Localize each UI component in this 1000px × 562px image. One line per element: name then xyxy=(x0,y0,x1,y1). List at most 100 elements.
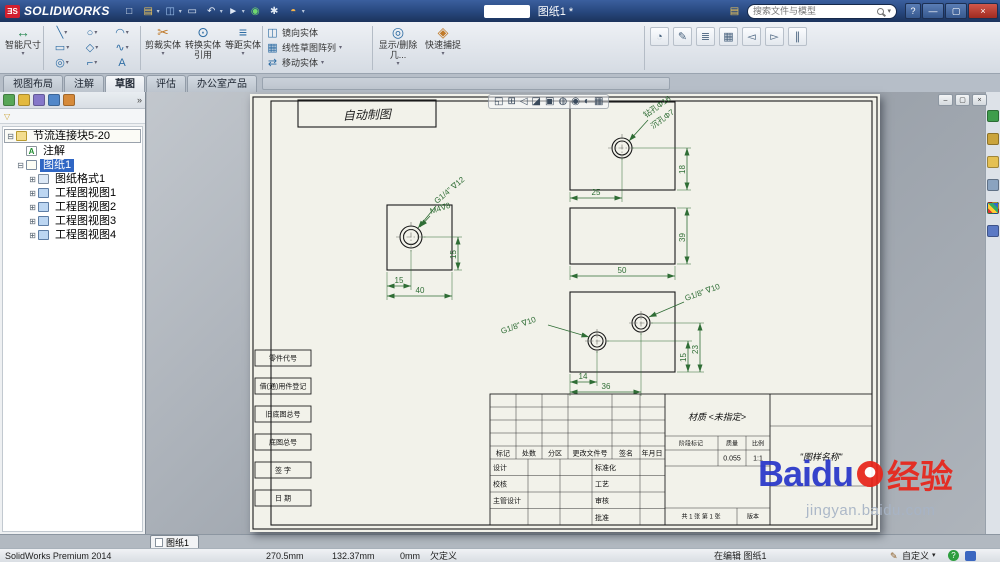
tab-view-layout[interactable]: 视图布局 xyxy=(3,75,63,92)
sheet-tab[interactable]: 图纸1 xyxy=(150,535,200,548)
section-view-icon[interactable]: ◪ xyxy=(532,95,541,108)
drawing-view-3[interactable] xyxy=(569,207,676,265)
featuremanager-tab-icon[interactable] xyxy=(3,94,15,106)
convert-entities-button[interactable]: ⊙ 转换实体引用 xyxy=(184,24,222,72)
collapse-icon[interactable]: ⊟ xyxy=(5,132,16,141)
status-help-icon[interactable]: ? xyxy=(948,550,959,561)
expand-icon[interactable]: ⊞ xyxy=(27,217,38,226)
callout-g18-left[interactable]: G1/8" ∇10 xyxy=(500,315,590,338)
tab-sketch[interactable]: 草图 xyxy=(105,75,145,92)
propertymanager-tab-icon[interactable] xyxy=(18,94,30,106)
dim-15-vertical-view1[interactable]: 15 xyxy=(422,236,462,271)
tab-evaluate[interactable]: 评估 xyxy=(146,75,186,92)
customize-dropdown-icon[interactable]: ▾ xyxy=(932,550,936,562)
apply-scene-icon[interactable]: ▦ xyxy=(594,95,603,108)
tree-item-annotations[interactable]: 注解 xyxy=(3,144,142,158)
line-tool-icon[interactable]: ╲ ▾ xyxy=(47,25,77,40)
tree-item-drawing-view4[interactable]: ⊞ 工程图视图4 xyxy=(3,228,142,242)
mirror-entities-button[interactable]: ◫ 镜向实体 xyxy=(266,25,368,40)
customize-icon[interactable]: ✎ xyxy=(890,550,898,562)
file-properties-icon[interactable]: ✱ xyxy=(266,3,283,20)
trim-dropdown-icon[interactable]: ▾ xyxy=(161,50,164,57)
display-delete-dropdown-icon[interactable]: ▾ xyxy=(396,60,399,67)
search-icon[interactable] xyxy=(877,7,885,15)
view-orientation-icon[interactable]: ▣ xyxy=(545,95,554,108)
arc-tool-icon[interactable]: ◠ ▾ xyxy=(107,25,137,40)
tree-item-drawing-view2[interactable]: ⊞ 工程图视图2 xyxy=(3,200,142,214)
offset-entities-button[interactable]: ≡ 等距实体 ▾ xyxy=(224,24,262,72)
display-style-icon[interactable]: ◍ xyxy=(558,95,567,108)
previous-view-icon[interactable]: ◁ xyxy=(520,95,528,108)
callout-g18-right[interactable]: G1/8" ∇10 xyxy=(648,282,722,318)
rebuild-icon[interactable]: ◉ xyxy=(247,3,264,20)
print-icon[interactable]: ▭ xyxy=(184,3,201,20)
undo-icon[interactable]: ↶ xyxy=(203,3,220,20)
align-right-icon[interactable]: ▻ xyxy=(765,27,784,46)
dim-18-view2[interactable]: 18 xyxy=(632,147,691,191)
custom-properties-icon[interactable] xyxy=(987,225,999,237)
text-tool-icon[interactable]: A xyxy=(107,55,137,70)
customize-menu[interactable]: 自定义 xyxy=(902,550,929,562)
panel-expand-icon[interactable]: » xyxy=(137,95,142,105)
appearances-icon[interactable] xyxy=(987,202,999,214)
doc-restore-icon[interactable]: ▢ xyxy=(955,94,970,106)
parallel-lines-icon[interactable]: ∥ xyxy=(788,27,807,46)
tab-annotation[interactable]: 注解 xyxy=(64,75,104,92)
sheet-note[interactable]: 自动制图 xyxy=(297,99,437,128)
open-icon[interactable]: ▤ xyxy=(140,3,157,20)
filter-icon[interactable]: ▽ xyxy=(4,112,10,121)
linear-sketch-pattern-button[interactable]: ▦ 线性草图阵列 ▾ xyxy=(266,40,368,55)
tree-item-sheet-format1[interactable]: ⊞ 图纸格式1 xyxy=(3,172,142,186)
design-library-icon[interactable] xyxy=(987,133,999,145)
display-delete-relations-button[interactable]: ◎ 显示/删除几... ▾ xyxy=(377,24,419,72)
new-document-icon[interactable]: □ xyxy=(121,3,138,20)
expand-icon[interactable]: ⊞ xyxy=(27,175,38,184)
quick-snaps-dropdown-icon[interactable]: ▾ xyxy=(441,50,444,57)
drawing-sheet[interactable]: 自动制图 G1/4" ∇12 M4∇8 15 15 40 钻孔Φ16 沉孔Φ7 … xyxy=(250,94,880,532)
dim-50-view3[interactable]: 50 xyxy=(569,266,676,280)
dim-15-view4[interactable]: 15 xyxy=(607,340,692,373)
edit-color-icon[interactable]: ✎ xyxy=(673,27,692,46)
configurationmanager-tab-icon[interactable] xyxy=(33,94,45,106)
expand-icon[interactable]: ⊞ xyxy=(27,231,38,240)
collapse-icon[interactable]: ⊟ xyxy=(15,161,26,170)
expand-icon[interactable]: ⊞ xyxy=(27,189,38,198)
drawing-view-1[interactable] xyxy=(386,204,453,271)
zoom-area-icon[interactable]: ⊞ xyxy=(507,95,515,108)
smart-dimension-button[interactable]: ↔ 智能尺寸 ▾ xyxy=(4,24,42,72)
edit-appearance-icon[interactable]: ◐ xyxy=(584,95,590,108)
rectangle-tool-icon[interactable]: ▭ ▾ xyxy=(47,40,77,55)
zoom-fit-icon[interactable]: ◱ xyxy=(494,95,503,108)
ellipse-tool-icon[interactable]: ◎ ▾ xyxy=(47,55,77,70)
grid-snap-icon[interactable]: ▦ xyxy=(719,27,738,46)
save-icon[interactable]: ◫ xyxy=(162,3,179,20)
tree-item-sheet1[interactable]: ⊟ 图纸1 xyxy=(3,158,142,172)
move-entities-button[interactable]: ⇄ 移动实体 ▾ xyxy=(266,55,368,70)
close-button[interactable]: × xyxy=(968,3,998,19)
doc-minimize-icon[interactable]: ‒ xyxy=(938,94,953,106)
help-button[interactable]: ? xyxy=(905,3,921,19)
view-palette-icon[interactable] xyxy=(987,179,999,191)
dimxpertmanager-tab-icon[interactable] xyxy=(48,94,60,106)
ime-indicator-icon[interactable] xyxy=(965,551,976,561)
file-explorer-icon[interactable] xyxy=(987,156,999,168)
save-dropdown-icon[interactable]: ▾ xyxy=(179,8,182,15)
callout-g14-thread[interactable]: G1/4" ∇12 xyxy=(417,175,467,229)
trim-entities-button[interactable]: ✂ 剪裁实体 ▾ xyxy=(144,24,182,72)
tab-office-products[interactable]: 办公室产品 xyxy=(187,75,257,92)
options-dropdown-icon[interactable]: ▾ xyxy=(302,8,305,15)
dim-39-view3[interactable]: 39 xyxy=(677,207,691,265)
dim-23-view4[interactable]: 23 xyxy=(651,322,704,373)
tree-item-drawing-view1[interactable]: ⊞ 工程图视图1 xyxy=(3,186,142,200)
offset-dropdown-icon[interactable]: ▾ xyxy=(241,50,244,57)
polygon-tool-icon[interactable]: ◇ ▾ xyxy=(77,40,107,55)
quick-snaps-button[interactable]: ◈ 快速捕捉 ▾ xyxy=(424,24,462,72)
fillet-tool-icon[interactable]: ⌐ ▾ xyxy=(77,55,107,70)
expand-icon[interactable]: ⊞ xyxy=(27,203,38,212)
undo-dropdown-icon[interactable]: ▾ xyxy=(220,8,223,15)
search-dropdown-icon[interactable]: ▾ xyxy=(887,7,891,15)
appearance-icon[interactable]: ◔ xyxy=(650,27,669,46)
displaymanager-tab-icon[interactable] xyxy=(63,94,75,106)
circle-tool-icon[interactable]: ○ ▾ xyxy=(77,25,107,40)
options-icon[interactable]: ◓ xyxy=(285,3,302,20)
